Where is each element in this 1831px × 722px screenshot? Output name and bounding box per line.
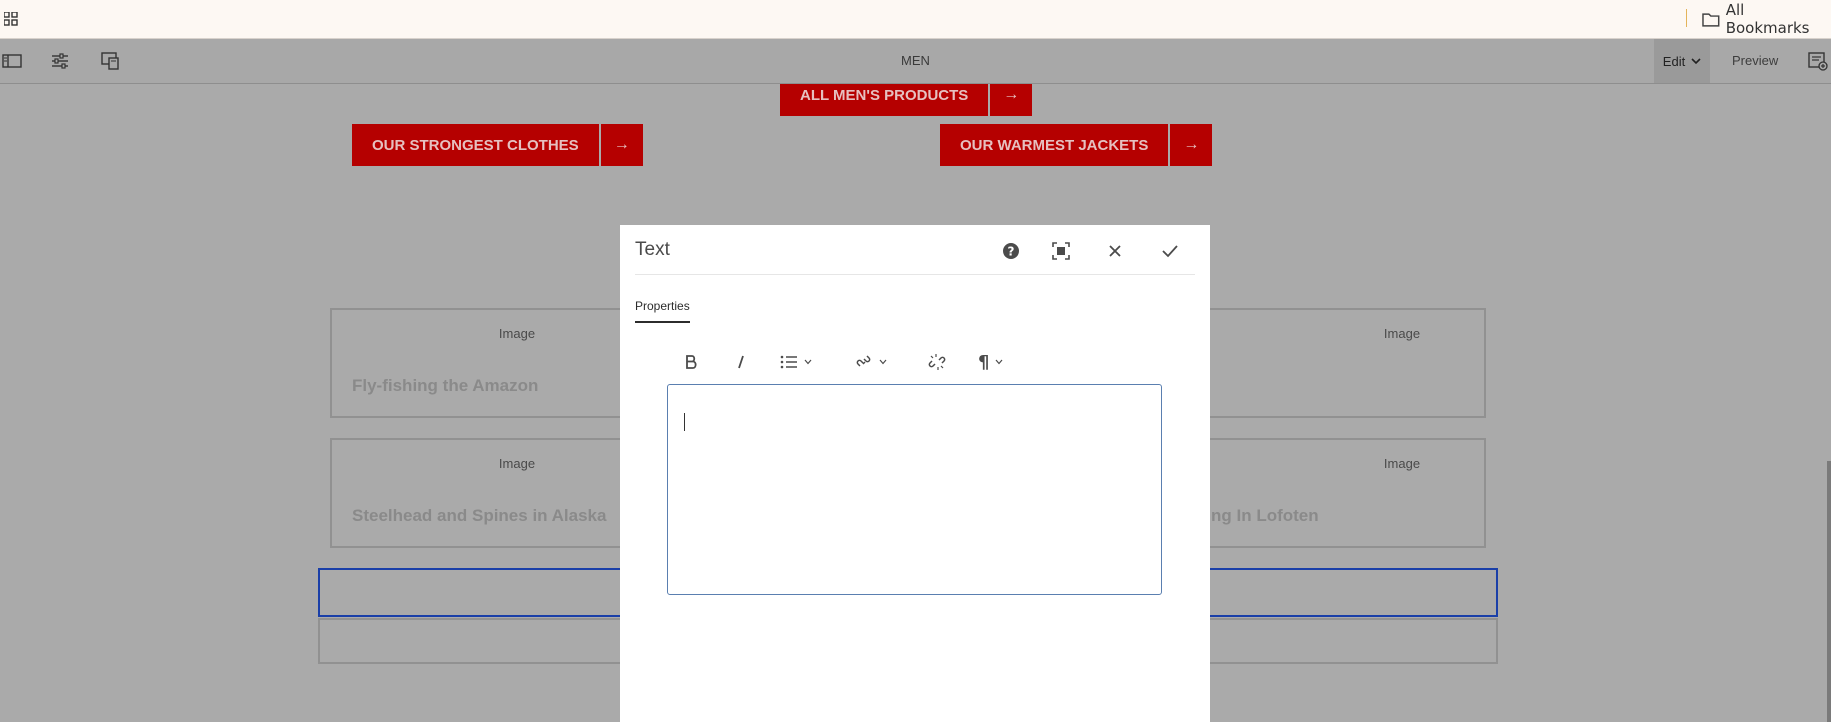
help-icon[interactable]: ?	[1001, 241, 1021, 261]
image-placeholder-label: Image	[1383, 326, 1421, 341]
card-caption: Steelhead and Spines in Alaska	[352, 506, 607, 525]
cta-all-mens-products[interactable]: ALL MEN'S PRODUCTS →	[780, 84, 1033, 116]
page-title: MEN	[901, 53, 930, 68]
cta-label: ALL MEN'S PRODUCTS	[780, 84, 989, 116]
chevron-down-icon	[995, 359, 1003, 365]
done-checkmark-icon[interactable]	[1160, 241, 1180, 261]
text-caret	[684, 413, 685, 431]
fullscreen-icon[interactable]	[1051, 241, 1071, 261]
all-bookmarks-button[interactable]: All Bookmarks	[1702, 1, 1831, 37]
card-caption: rfing In Lofoten	[1194, 506, 1319, 525]
bold-icon	[686, 355, 697, 369]
editor-toolbar: MEN Edit Preview	[0, 39, 1831, 84]
arrow-right-icon: →	[1170, 124, 1213, 166]
side-panel-toggle-icon[interactable]	[2, 51, 22, 71]
chevron-down-icon	[879, 359, 887, 365]
image-placeholder-label: Image	[1383, 456, 1421, 471]
close-icon[interactable]	[1105, 241, 1125, 261]
rich-text-editor[interactable]	[667, 384, 1162, 595]
arrow-right-icon: →	[990, 84, 1033, 116]
bookmarks-separator	[1686, 9, 1687, 27]
folder-icon	[1702, 12, 1720, 27]
italic-icon	[738, 355, 744, 369]
page-properties-icon[interactable]	[50, 51, 70, 71]
apps-grid-icon[interactable]	[4, 12, 18, 26]
card-caption: Fly-fishing the Amazon	[352, 376, 539, 395]
all-bookmarks-label: All Bookmarks	[1725, 1, 1810, 37]
cta-strongest-clothes[interactable]: OUR STRONGEST CLOTHES →	[352, 124, 643, 166]
dialog-header-divider	[635, 274, 1195, 275]
cta-label: OUR STRONGEST CLOTHES	[352, 124, 599, 166]
bookmarks-bar: All Bookmarks	[0, 0, 1831, 39]
link-icon	[856, 355, 871, 367]
chevron-down-icon	[804, 359, 812, 365]
cta-label: OUR WARMEST JACKETS	[940, 124, 1169, 166]
unlink-button[interactable]	[928, 351, 946, 373]
chevron-down-icon	[1691, 58, 1701, 65]
annotations-icon[interactable]	[1808, 51, 1828, 71]
emulator-icon[interactable]	[100, 51, 120, 71]
unlink-icon	[928, 354, 946, 370]
list-icon	[780, 355, 797, 369]
mode-label: Edit	[1662, 53, 1686, 69]
svg-text:?: ?	[1008, 245, 1015, 259]
text-dialog: Text ? Properties ¶	[620, 225, 1210, 722]
arrow-right-icon: →	[600, 124, 643, 166]
italic-button[interactable]	[735, 351, 747, 373]
page-scrollbar[interactable]	[1827, 461, 1831, 722]
list-dropdown-button[interactable]	[780, 351, 812, 373]
dialog-title: Text	[635, 239, 670, 260]
paragraph-format-dropdown-button[interactable]: ¶	[978, 351, 1003, 373]
cta-warmest-jackets[interactable]: OUR WARMEST JACKETS →	[940, 124, 1213, 166]
tab-properties[interactable]: Properties	[635, 299, 690, 323]
mode-selector[interactable]: Edit	[1654, 39, 1710, 83]
link-dropdown-button[interactable]	[855, 351, 887, 373]
bold-button[interactable]	[684, 351, 698, 373]
paragraph-icon: ¶	[978, 351, 990, 373]
preview-button[interactable]: Preview	[1732, 39, 1778, 83]
